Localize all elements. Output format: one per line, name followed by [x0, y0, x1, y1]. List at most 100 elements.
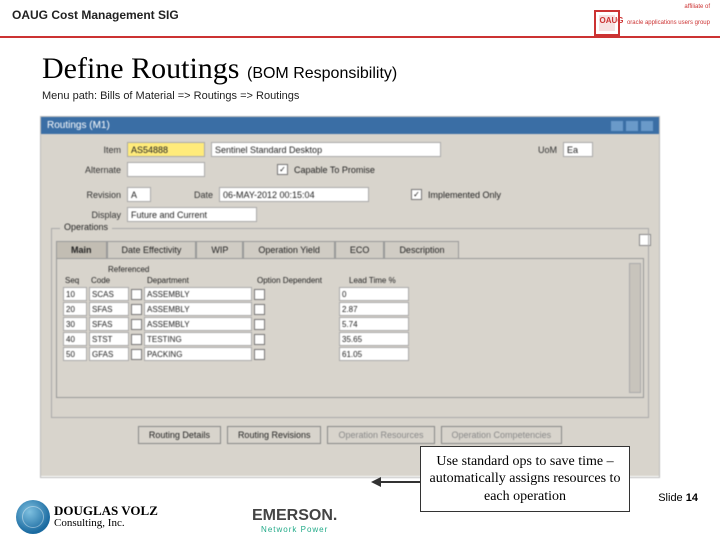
- cell-ref-checkbox[interactable]: [131, 304, 142, 315]
- slide-number: Slide 14: [658, 492, 698, 504]
- cell-seq[interactable]: 30: [63, 317, 87, 331]
- cell-ref-checkbox[interactable]: [131, 289, 142, 300]
- item-desc-field[interactable]: Sentinel Standard Desktop: [211, 142, 441, 157]
- oaug-logo: affiliate of OAUG oracle applications us…: [594, 4, 710, 36]
- alternate-label: Alternate: [51, 165, 121, 175]
- operations-legend: Operations: [60, 222, 112, 232]
- table-row[interactable]: 20SFAS ASSEMBLY 2.87: [63, 302, 637, 316]
- routing-details-button[interactable]: Routing Details: [138, 426, 221, 444]
- maximize-icon[interactable]: [626, 121, 638, 131]
- grid-scrollbar[interactable]: [629, 263, 641, 393]
- op-resources-button[interactable]: Operation Resources: [327, 426, 434, 444]
- cell-code[interactable]: GFAS: [89, 347, 129, 361]
- revision-field[interactable]: A: [127, 187, 151, 202]
- impl-label: Implemented Only: [428, 190, 501, 200]
- item-label: Item: [51, 145, 121, 155]
- table-row[interactable]: 40STST TESTING 35.65: [63, 332, 637, 346]
- cell-ref-checkbox[interactable]: [131, 349, 142, 360]
- op-competencies-button[interactable]: Operation Competencies: [441, 426, 563, 444]
- title-sub: (BOM Responsibility): [247, 65, 397, 82]
- window-title: Routings (M1): [47, 120, 110, 131]
- menu-path: Menu path: Bills of Material => Routings…: [42, 90, 299, 102]
- tab-row: Main Date Effectivity WIP Operation Yiel…: [56, 241, 644, 258]
- title-main: Define Routings: [42, 52, 239, 85]
- uom-label: UoM: [447, 145, 557, 155]
- ctp-checkbox[interactable]: ✓: [277, 164, 288, 175]
- cell-lead[interactable]: 61.05: [339, 347, 409, 361]
- cell-optdept-checkbox[interactable]: [254, 319, 265, 330]
- routing-revisions-button[interactable]: Routing Revisions: [227, 426, 322, 444]
- display-field[interactable]: Future and Current: [127, 207, 257, 222]
- col-seq: Seq: [63, 276, 87, 285]
- cell-seq[interactable]: 10: [63, 287, 87, 301]
- tab-date-eff[interactable]: Date Effectivity: [107, 241, 197, 258]
- cell-code[interactable]: SFAS: [89, 317, 129, 331]
- cell-dept[interactable]: PACKING: [144, 347, 252, 361]
- cell-optdept-checkbox[interactable]: [254, 304, 265, 315]
- cell-code[interactable]: SFAS: [89, 302, 129, 316]
- tab-eco[interactable]: ECO: [335, 241, 385, 258]
- grid-header: Seq Code Department Option Dependent Lea…: [63, 276, 637, 285]
- cell-seq[interactable]: 20: [63, 302, 87, 316]
- alternate-field[interactable]: [127, 162, 205, 177]
- tab-desc[interactable]: Description: [384, 241, 459, 258]
- tab-op-yield[interactable]: Operation Yield: [243, 241, 335, 258]
- cell-dept[interactable]: ASSEMBLY: [144, 302, 252, 316]
- cell-dept[interactable]: TESTING: [144, 332, 252, 346]
- cell-optdept-checkbox[interactable]: [254, 349, 265, 360]
- slide-title: Define Routings (BOM Responsibility): [42, 52, 397, 86]
- cell-seq[interactable]: 40: [63, 332, 87, 346]
- impl-checkbox[interactable]: ✓: [411, 189, 422, 200]
- cell-dept[interactable]: ASSEMBLY: [144, 287, 252, 301]
- table-row[interactable]: 30SFAS ASSEMBLY 5.74: [63, 317, 637, 331]
- globe-icon: [16, 500, 50, 534]
- window-titlebar[interactable]: Routings (M1): [41, 117, 659, 134]
- oaug-logo-sub: oracle applications users group: [627, 20, 710, 26]
- date-field[interactable]: 06-MAY-2012 00:15:04: [219, 187, 369, 202]
- window-controls: [611, 121, 653, 131]
- form-body: Item AS54888 Sentinel Standard Desktop U…: [41, 134, 659, 476]
- cell-optdept-checkbox[interactable]: [254, 334, 265, 345]
- cell-dept[interactable]: ASSEMBLY: [144, 317, 252, 331]
- dvc-text: DOUGLAS VOLZ Consulting, Inc.: [54, 504, 158, 529]
- ctp-label: Capable To Promise: [294, 165, 375, 175]
- slide-label: Slide: [658, 492, 686, 504]
- col-lead: Lead Time %: [347, 276, 417, 285]
- sig-header: OAUG Cost Management SIG: [12, 8, 179, 22]
- cell-ref-checkbox[interactable]: [131, 334, 142, 345]
- close-icon[interactable]: [641, 121, 653, 131]
- uom-field[interactable]: Ea: [563, 142, 593, 157]
- col-dept: Department: [145, 276, 253, 285]
- routings-window: Routings (M1) Item AS54888 Sentinel Stan…: [40, 116, 660, 478]
- cell-lead[interactable]: 5.74: [339, 317, 409, 331]
- cell-optdept-checkbox[interactable]: [254, 289, 265, 300]
- dvc-logo: DOUGLAS VOLZ Consulting, Inc.: [16, 500, 158, 534]
- grid-rows: 10SCAS ASSEMBLY 0 20SFAS ASSEMBLY 2.87 30SFAS A…: [63, 287, 637, 361]
- dvc-line1: DOUGLAS VOLZ: [54, 504, 158, 518]
- header-rule: [0, 36, 720, 38]
- cell-lead[interactable]: 35.65: [339, 332, 409, 346]
- cell-code[interactable]: SCAS: [89, 287, 129, 301]
- table-row[interactable]: 10SCAS ASSEMBLY 0: [63, 287, 637, 301]
- cell-seq[interactable]: 50: [63, 347, 87, 361]
- dvc-line2: Consulting, Inc.: [54, 518, 158, 530]
- revision-label: Revision: [51, 190, 121, 200]
- cell-lead[interactable]: 2.87: [339, 302, 409, 316]
- col-optdept: Option Dependent: [255, 276, 345, 285]
- cell-lead[interactable]: 0: [339, 287, 409, 301]
- item-field[interactable]: AS54888: [127, 142, 205, 157]
- tab-main[interactable]: Main: [56, 241, 107, 258]
- tab-wip[interactable]: WIP: [196, 241, 243, 258]
- operations-section: Operations Main Date Effectivity WIP Ope…: [51, 228, 649, 418]
- grid-area: Referenced Seq Code Department Option De…: [56, 258, 644, 398]
- slide-num-val: 14: [686, 492, 698, 504]
- cell-ref-checkbox[interactable]: [131, 319, 142, 330]
- minimize-icon[interactable]: [611, 121, 623, 131]
- emerson-logo: EMERSON. Network Power: [252, 507, 337, 534]
- emerson-text: EMERSON.: [252, 507, 337, 525]
- display-label: Display: [51, 210, 121, 220]
- cell-code[interactable]: STST: [89, 332, 129, 346]
- emerson-sub: Network Power: [252, 525, 337, 534]
- table-row[interactable]: 50GFAS PACKING 61.05: [63, 347, 637, 361]
- referenced-label: Referenced: [108, 265, 637, 274]
